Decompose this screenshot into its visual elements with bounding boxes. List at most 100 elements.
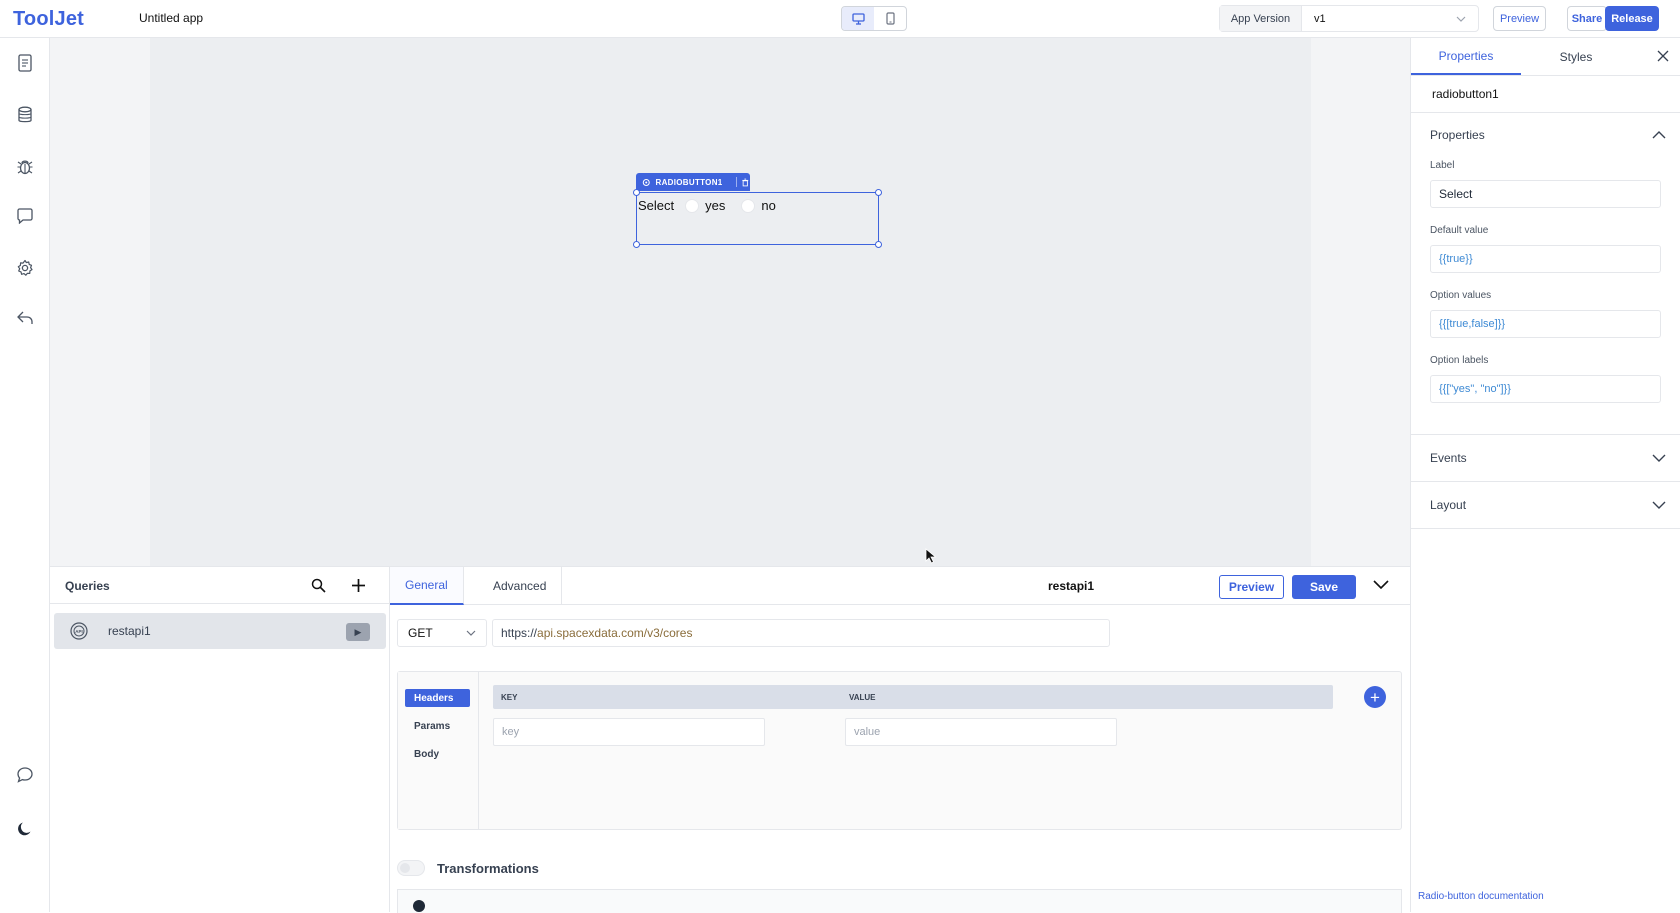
- mobile-view-button[interactable]: [874, 7, 906, 30]
- close-icon: [1657, 50, 1669, 62]
- section-divider: [1411, 434, 1680, 435]
- chevron-up-icon[interactable]: [1652, 128, 1666, 142]
- add-query-plus-icon[interactable]: [351, 578, 366, 593]
- mobile-icon: [885, 12, 895, 25]
- svg-text:API: API: [75, 629, 83, 634]
- prop-default-value-input[interactable]: {{true}}: [1430, 245, 1661, 273]
- device-toggle: [841, 6, 907, 31]
- settings-gear-icon[interactable]: [14, 257, 36, 279]
- tab-general[interactable]: General: [390, 567, 464, 605]
- prop-option-labels-label: Option labels: [1430, 355, 1489, 366]
- prop-option-labels-input[interactable]: {{["yes", "no"]}}: [1430, 375, 1661, 403]
- radiobutton-widget[interactable]: Select yes no: [633, 189, 882, 248]
- prop-default-value-label: Default value: [1430, 225, 1489, 236]
- run-query-button[interactable]: ▶: [346, 623, 370, 641]
- top-bar: ToolJet Untitled app App Version v1 Prev…: [0, 0, 1680, 38]
- prop-label-input[interactable]: Select: [1430, 180, 1661, 208]
- section-events-title[interactable]: Events: [1430, 451, 1467, 465]
- close-inspector-button[interactable]: [1654, 47, 1672, 65]
- resize-handle[interactable]: [875, 241, 882, 248]
- save-query-button[interactable]: Save: [1292, 575, 1356, 599]
- canvas-page[interactable]: [150, 38, 1311, 566]
- radio-option-no[interactable]: [741, 198, 756, 213]
- info-icon: [413, 900, 425, 912]
- section-divider: [1411, 528, 1680, 529]
- app-version-dropdown[interactable]: v1: [1302, 6, 1478, 31]
- tab-properties[interactable]: Properties: [1411, 38, 1521, 75]
- request-options-box: Headers Params Body KEY VALUE key value …: [397, 671, 1402, 830]
- add-header-button[interactable]: +: [1364, 686, 1386, 708]
- comments-icon[interactable]: [14, 205, 36, 227]
- request-options-tabs: Headers Params Body: [398, 672, 479, 829]
- pages-icon[interactable]: [14, 52, 36, 74]
- app-version-value: v1: [1314, 12, 1326, 25]
- resize-handle[interactable]: [875, 189, 882, 196]
- queries-header: Queries: [50, 567, 389, 604]
- dark-mode-moon-icon[interactable]: [14, 818, 36, 840]
- trash-icon[interactable]: [741, 178, 750, 187]
- http-method-select[interactable]: GET: [397, 619, 487, 647]
- transformations-toggle[interactable]: [397, 860, 425, 876]
- tab-params[interactable]: Params: [405, 717, 470, 735]
- app-version-selector: App Version v1: [1219, 5, 1479, 32]
- app-name[interactable]: Untitled app: [139, 11, 203, 25]
- left-sidebar: [0, 38, 50, 912]
- api-icon: API: [70, 622, 88, 640]
- chevron-down-icon: [1456, 16, 1466, 22]
- tab-body[interactable]: Body: [405, 745, 470, 763]
- queries-panel: Queries API restapi1 ▶: [50, 566, 390, 912]
- documentation-link[interactable]: Radio-button documentation: [1418, 891, 1544, 902]
- resize-handle[interactable]: [633, 189, 640, 196]
- inspector-tabs: Properties Styles: [1411, 38, 1680, 76]
- query-name-title[interactable]: restapi1: [1048, 579, 1094, 593]
- url-protocol: https://: [501, 626, 538, 640]
- prop-option-values-input[interactable]: {{[true,false]}}: [1430, 310, 1661, 338]
- chevron-down-icon[interactable]: [1373, 580, 1389, 590]
- chevron-down-icon[interactable]: [1652, 451, 1666, 465]
- prop-label-label: Label: [1430, 160, 1455, 171]
- section-properties-title[interactable]: Properties: [1430, 128, 1485, 142]
- section-divider: [1411, 481, 1680, 482]
- radio-option-label: yes: [705, 198, 726, 213]
- debugger-bug-icon[interactable]: [14, 156, 36, 178]
- release-button[interactable]: Release: [1605, 6, 1659, 31]
- tab-advanced[interactable]: Advanced: [478, 567, 563, 605]
- back-undo-icon[interactable]: [14, 307, 36, 329]
- app-version-label: App Version: [1220, 6, 1302, 31]
- desktop-view-button[interactable]: [842, 7, 874, 30]
- editor-header: General Advanced restapi1 Preview Save: [390, 567, 1410, 605]
- http-method-value: GET: [408, 626, 433, 640]
- header-value-input[interactable]: value: [845, 718, 1117, 746]
- widget-config-tag[interactable]: RADIOBUTTON1: [636, 173, 750, 191]
- play-icon: ▶: [354, 626, 362, 637]
- queries-title: Queries: [65, 579, 110, 593]
- url-input[interactable]: https://api.spacexdata.com/v3/cores: [492, 619, 1110, 647]
- tooljet-logo[interactable]: ToolJet: [13, 8, 84, 31]
- preview-app-button[interactable]: Preview: [1493, 6, 1546, 31]
- inspector-panel: Properties Styles radiobutton1 Propertie…: [1410, 38, 1680, 912]
- chevron-down-icon[interactable]: [1652, 498, 1666, 512]
- header-key-input[interactable]: key: [493, 718, 765, 746]
- radio-option-yes[interactable]: [685, 198, 700, 213]
- value-column-header: VALUE: [849, 693, 876, 702]
- radio-option-label: no: [761, 198, 776, 213]
- query-list-item[interactable]: API restapi1 ▶: [54, 613, 386, 649]
- preview-query-button[interactable]: Preview: [1219, 575, 1284, 599]
- mouse-cursor-icon: [925, 548, 937, 564]
- search-icon[interactable]: [311, 578, 326, 593]
- tab-styles[interactable]: Styles: [1521, 38, 1631, 75]
- tab-headers[interactable]: Headers: [405, 689, 470, 707]
- section-layout-title[interactable]: Layout: [1430, 498, 1466, 512]
- chevron-down-icon: [466, 630, 476, 636]
- component-name[interactable]: radiobutton1: [1411, 76, 1680, 113]
- key-column-header: KEY: [501, 693, 518, 702]
- share-button[interactable]: Share: [1567, 6, 1607, 31]
- query-name: restapi1: [108, 624, 151, 638]
- kv-table-header: KEY VALUE: [493, 685, 1333, 709]
- resize-handle[interactable]: [633, 241, 640, 248]
- tag-divider: [735, 177, 737, 187]
- prop-option-values-label: Option values: [1430, 290, 1492, 301]
- transformations-label: Transformations: [437, 861, 539, 876]
- database-icon[interactable]: [14, 104, 36, 126]
- chat-support-icon[interactable]: [14, 764, 36, 786]
